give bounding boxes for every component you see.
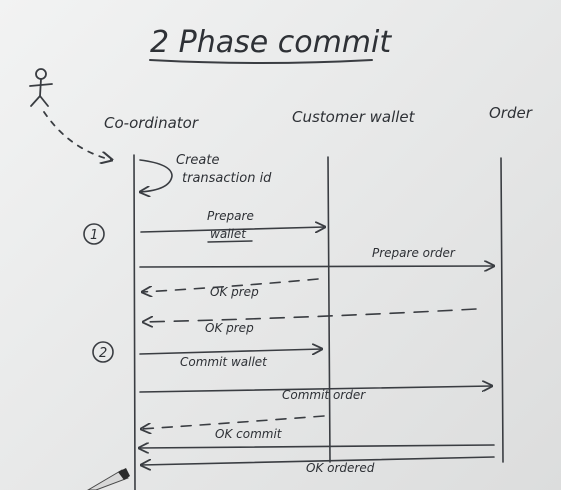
- msg-ok-commit: OK commit: [215, 427, 283, 441]
- marker-pen-icon: [87, 468, 130, 490]
- arrow-commit-wallet: [139, 349, 322, 354]
- diagram-title: 2 Phase commit: [150, 25, 392, 60]
- whiteboard-diagram: 2 Phase commit Co-ordinator Customer wal…: [0, 0, 561, 490]
- participant-coordinator: Co-ordinator: [104, 114, 199, 132]
- msg-ok-ordered: OK ordered: [306, 461, 375, 475]
- prepare-wallet-underline: [207, 240, 253, 243]
- phase-one-label: 1: [90, 228, 98, 243]
- phase-two-label: 2: [99, 346, 107, 361]
- msg-commit-wallet: Commit wallet: [180, 355, 268, 369]
- arrow-ok-prep-order: [143, 308, 477, 322]
- self-call-arrow: [140, 159, 173, 192]
- arrow-ok-ordered-upper: [139, 445, 495, 448]
- msg-prepare-order: Prepare order: [372, 246, 456, 260]
- arrow-prepare-order: [139, 266, 494, 267]
- msg-prepare-wallet-line1: Prepare: [207, 209, 254, 223]
- participant-customer-wallet: Customer wallet: [292, 108, 416, 126]
- msg-commit-order: Commit order: [282, 388, 366, 402]
- msg-prepare-wallet-line2: wallet: [210, 227, 247, 241]
- msg-ok-prep-2: OK prep: [205, 321, 254, 335]
- participant-order: Order: [489, 104, 533, 122]
- phase-one-marker: 1: [83, 223, 105, 245]
- phase-two-marker: 2: [92, 341, 114, 363]
- lifeline-order: [500, 157, 504, 463]
- msg-ok-prep-1: OK prep: [210, 285, 259, 299]
- self-note-line2: transaction id: [182, 171, 272, 186]
- user-to-coordinator-arrow: [43, 111, 112, 160]
- sequence-diagram-canvas: 2 Phase commit Co-ordinator Customer wal…: [29, 25, 533, 490]
- lifeline-customer-wallet: [327, 156, 331, 463]
- lifeline-coordinator: [133, 154, 136, 490]
- user-stick-figure-icon: [29, 68, 53, 107]
- title-underline: [149, 59, 373, 64]
- self-note-line1: Create: [176, 153, 219, 168]
